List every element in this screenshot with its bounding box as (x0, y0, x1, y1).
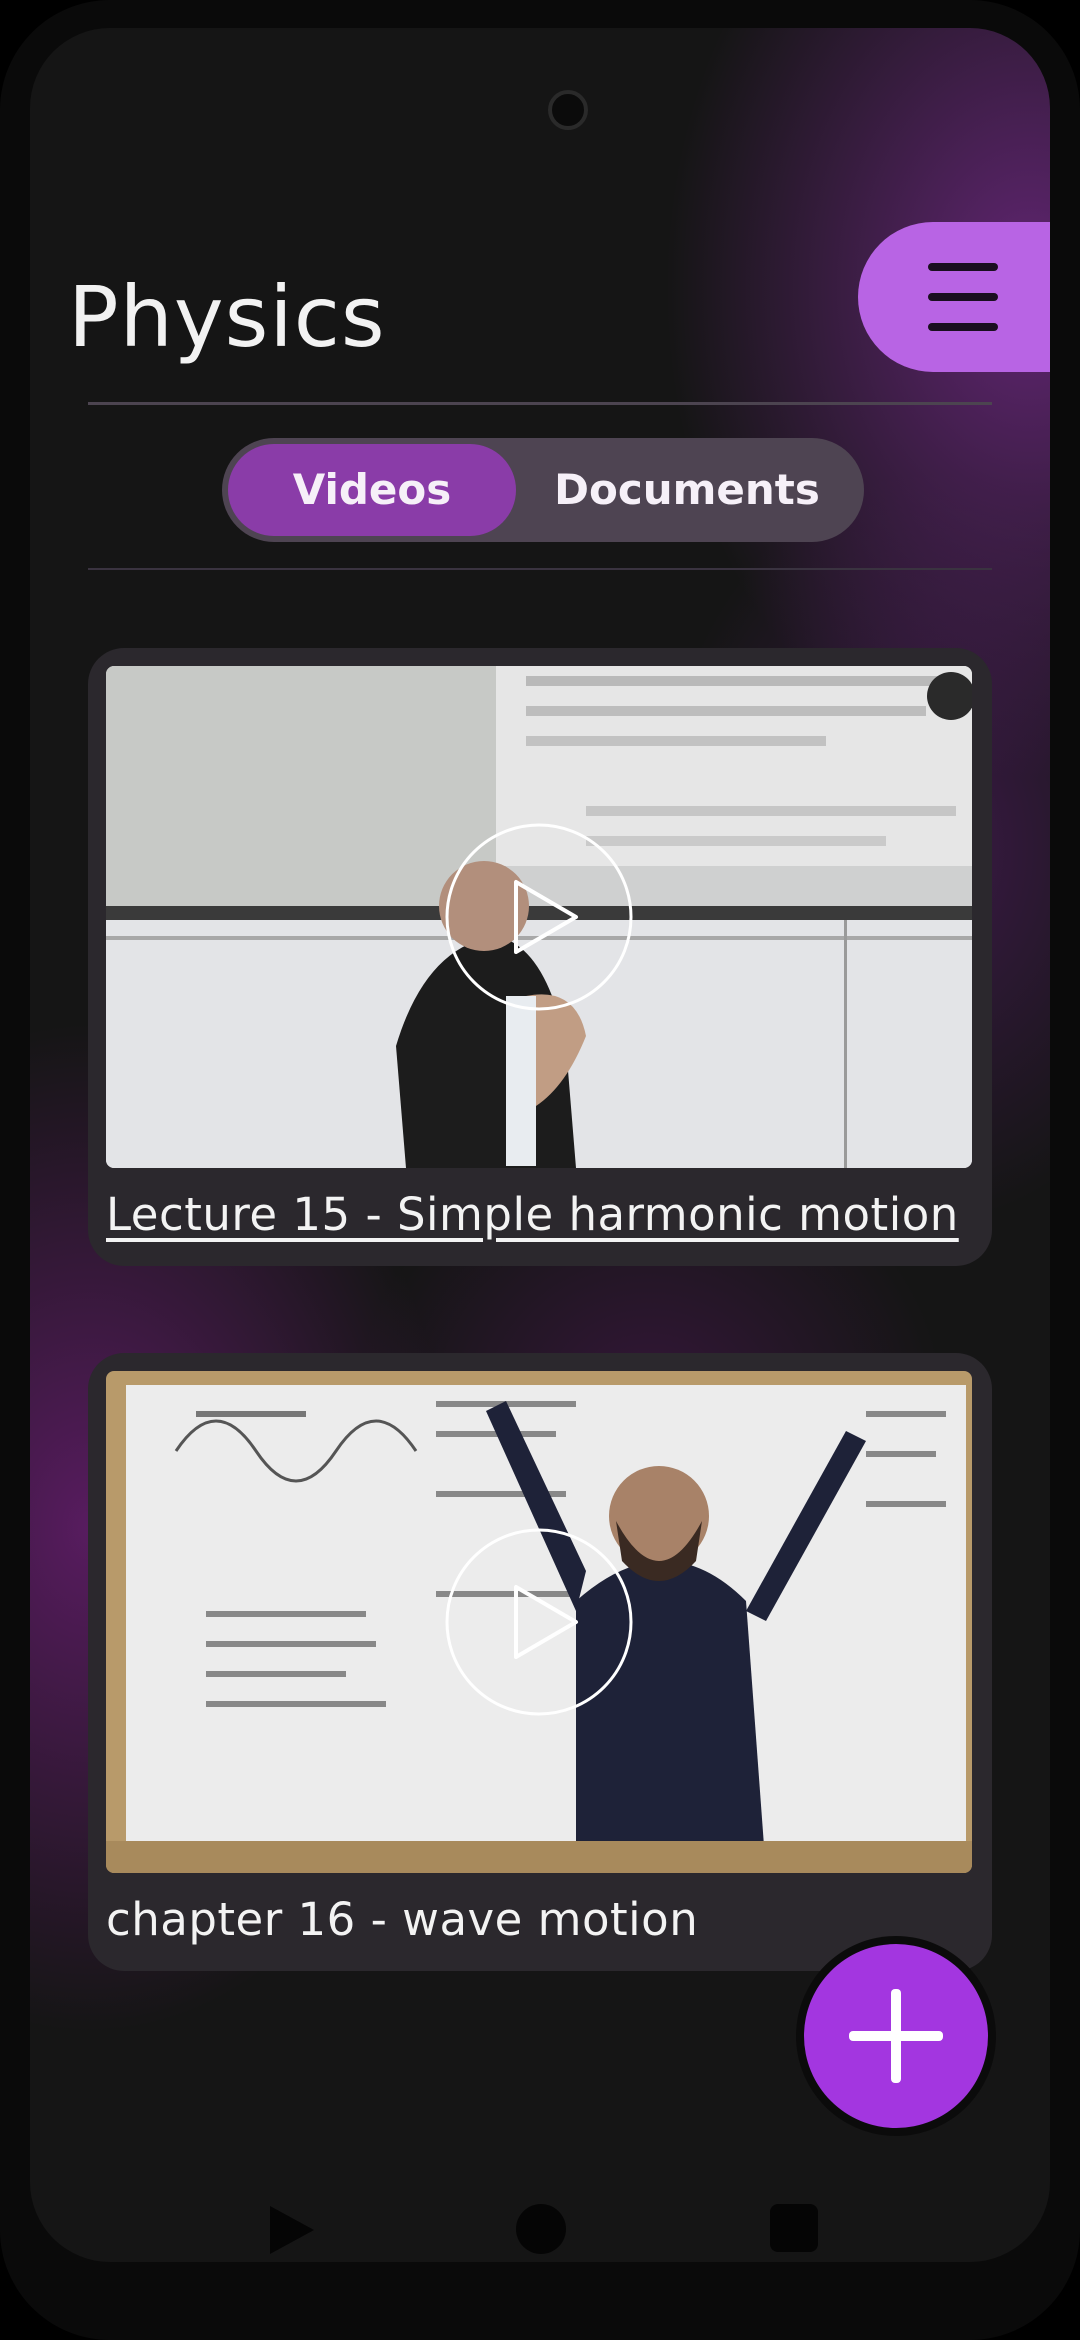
tabs-divider (88, 568, 992, 570)
menu-button[interactable] (858, 222, 1050, 372)
back-triangle-icon[interactable] (262, 2202, 318, 2258)
phone-frame: Physics Videos Documents Lecture 15 - Si… (0, 0, 1080, 2340)
play-icon[interactable] (444, 1527, 634, 1717)
video-title[interactable]: Lecture 15 - Simple harmonic motion (106, 1188, 959, 1241)
page-title: Physics (68, 268, 386, 366)
home-circle-icon[interactable] (514, 2202, 568, 2256)
play-icon[interactable] (444, 822, 634, 1012)
video-thumbnail[interactable] (106, 1371, 972, 1873)
video-card[interactable]: chapter 16 - wave motion (88, 1353, 992, 1971)
header-divider (88, 402, 992, 405)
add-button[interactable] (796, 1936, 996, 2136)
front-camera (548, 90, 588, 130)
tab-switcher: Videos Documents (222, 438, 864, 542)
video-title[interactable]: chapter 16 - wave motion (106, 1893, 698, 1946)
tab-documents[interactable]: Documents (516, 444, 858, 536)
app-screen: Physics Videos Documents Lecture 15 - Si… (30, 28, 1050, 2262)
system-nav-bar (30, 2178, 1050, 2262)
video-card[interactable]: Lecture 15 - Simple harmonic motion (88, 648, 992, 1266)
recents-square-icon[interactable] (768, 2202, 820, 2254)
tab-videos[interactable]: Videos (228, 444, 516, 536)
video-thumbnail[interactable] (106, 666, 972, 1168)
plus-icon (849, 1989, 943, 2083)
